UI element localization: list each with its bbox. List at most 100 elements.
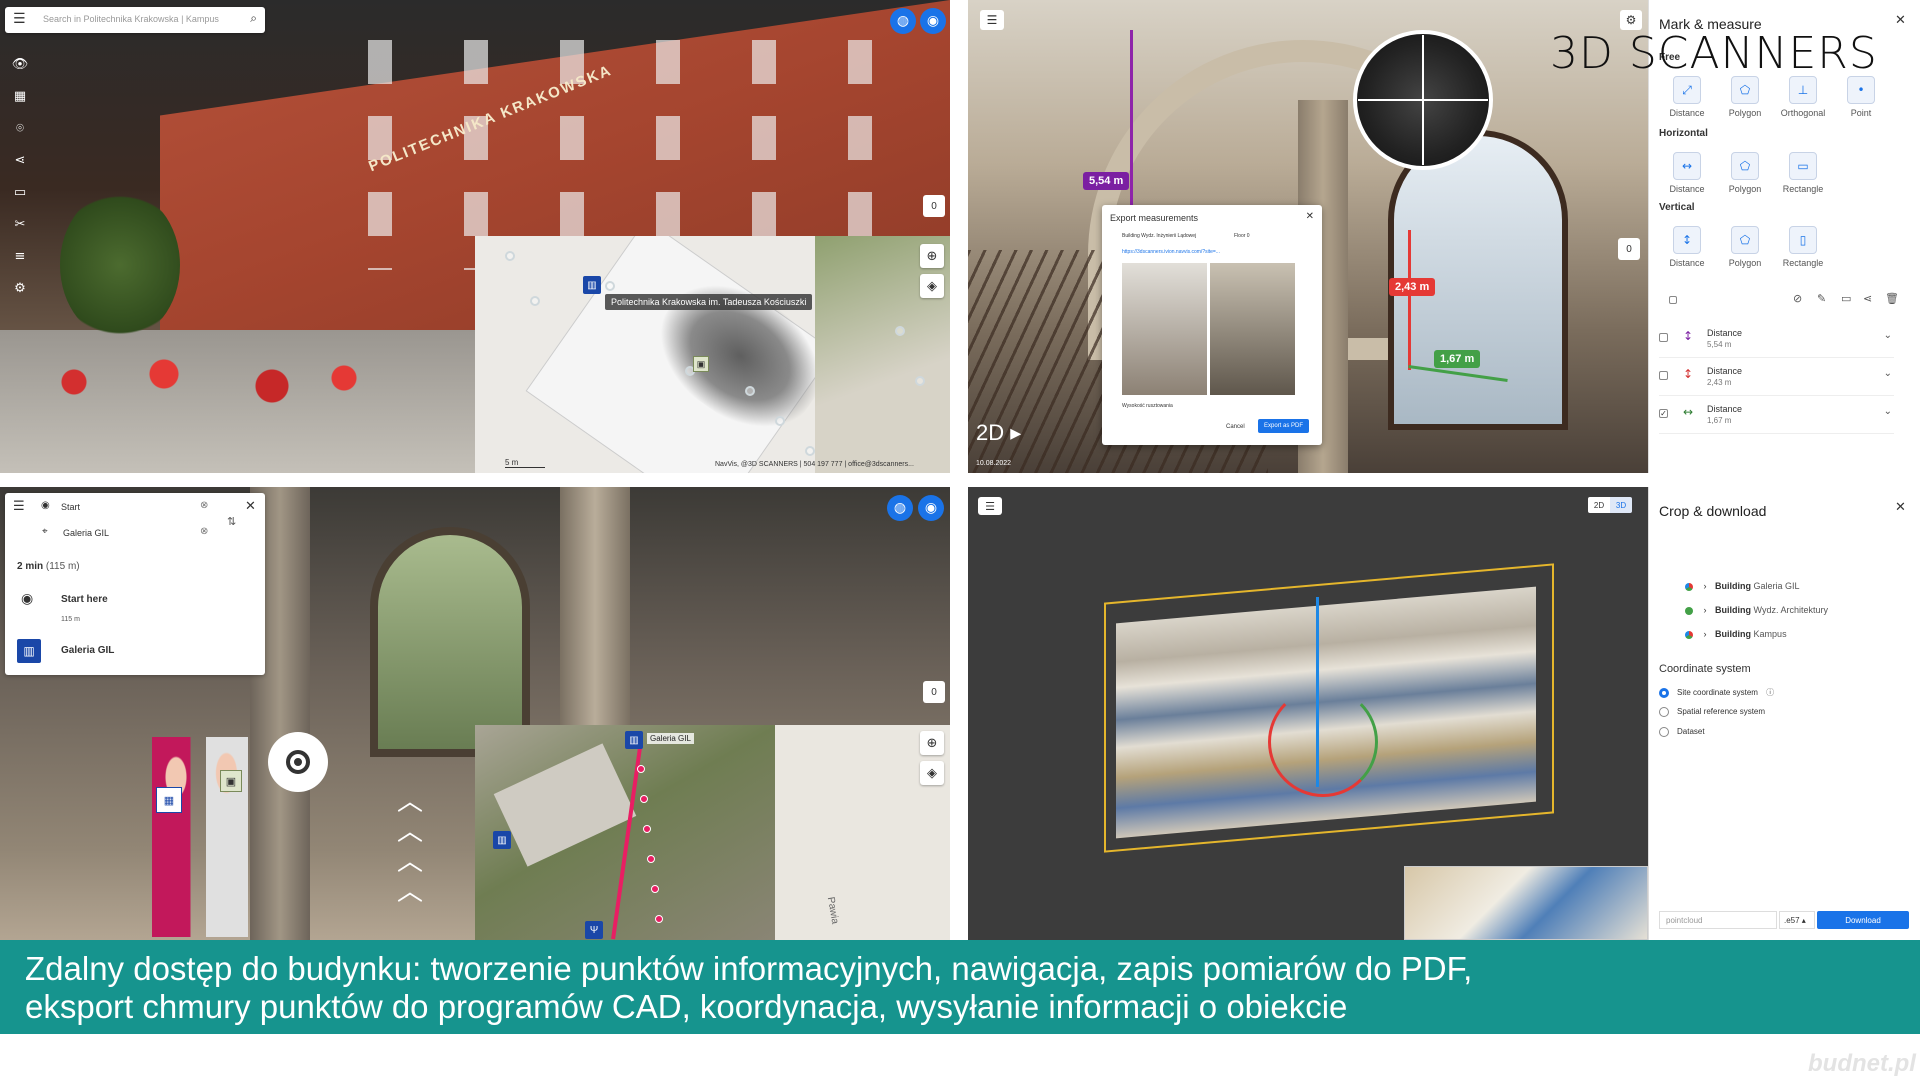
tool-free-polygon[interactable]: ⬠ Polygon bbox=[1715, 76, 1775, 118]
expand-icon[interactable]: › bbox=[1704, 581, 1707, 591]
download-button[interactable]: Download bbox=[1817, 911, 1909, 929]
close-icon[interactable]: ✕ bbox=[245, 498, 256, 514]
map-point[interactable] bbox=[605, 281, 615, 291]
chevron-down-icon[interactable]: ⌄ bbox=[1884, 330, 1892, 341]
user-icon[interactable]: ◉ bbox=[918, 495, 944, 521]
map-point[interactable] bbox=[805, 446, 815, 456]
menu-icon[interactable]: ☰ bbox=[13, 499, 25, 514]
building-marker-icon[interactable]: ▥ bbox=[625, 731, 643, 749]
search-icon[interactable]: ⌕ bbox=[250, 11, 257, 26]
select-all-checkbox[interactable] bbox=[1669, 296, 1677, 304]
building-marker-icon[interactable]: ▥ bbox=[493, 831, 511, 849]
expand-icon[interactable]: › bbox=[1704, 605, 1707, 615]
compass-icon[interactable]: ⊕ bbox=[920, 244, 944, 268]
tool-v-distance[interactable]: ↕ Distance bbox=[1657, 226, 1717, 268]
dialog-export-button[interactable]: Export as PDF bbox=[1258, 419, 1310, 433]
edit-icon[interactable]: ✎ bbox=[1817, 292, 1826, 305]
map-point[interactable] bbox=[775, 416, 785, 426]
map-point[interactable] bbox=[530, 296, 540, 306]
search-input[interactable]: Search in Politechnika Krakowska | Kampu… bbox=[43, 14, 219, 24]
layers-icon[interactable]: ◈ bbox=[920, 274, 944, 298]
mini-map[interactable]: ▥ Politechnika Krakowska im. Tadeusza Ko… bbox=[475, 236, 950, 473]
map-point[interactable] bbox=[505, 251, 515, 261]
tool-free-distance[interactable]: ⤢ Distance bbox=[1657, 76, 1717, 118]
mode-2d-button[interactable]: 2D ▸ bbox=[976, 420, 1021, 446]
building-row[interactable]: › Building Galeria GIL bbox=[1685, 581, 1800, 591]
layers-icon[interactable]: ◈ bbox=[920, 761, 944, 785]
building-row[interactable]: › Building Kampus bbox=[1685, 629, 1787, 639]
folder-icon[interactable]: ▭ bbox=[1841, 292, 1851, 305]
swap-icon[interactable]: ⇅ bbox=[227, 515, 236, 528]
axis-gizmo-arc[interactable] bbox=[1268, 687, 1378, 797]
green-dot-icon bbox=[1685, 606, 1693, 615]
expand-icon[interactable]: › bbox=[1704, 629, 1707, 639]
search-bar[interactable]: ☰ Search in Politechnika Krakowska | Kam… bbox=[5, 7, 265, 33]
info-icon[interactable]: ⓘ bbox=[1766, 688, 1774, 697]
row-checkbox[interactable] bbox=[1659, 333, 1668, 342]
building-marker-icon[interactable]: ▥ bbox=[583, 276, 601, 294]
radio-dataset[interactable]: Dataset bbox=[1659, 727, 1705, 737]
hide-icon[interactable]: ⊘ bbox=[1793, 292, 1802, 305]
view-3d-button[interactable]: 3D bbox=[1610, 497, 1632, 513]
nav-target-icon[interactable] bbox=[268, 732, 328, 792]
tool-h-rectangle[interactable]: ▭ Rectangle bbox=[1773, 152, 1833, 194]
scissors-icon[interactable]: ✂ bbox=[0, 208, 40, 240]
info-marker-icon[interactable]: ▣ bbox=[220, 770, 242, 792]
tool-free-orthogonal[interactable]: ⊥ Orthogonal bbox=[1773, 76, 1833, 118]
compass-icon[interactable]: ⊕ bbox=[920, 731, 944, 755]
row-checkbox[interactable]: ✓ bbox=[1659, 409, 1668, 418]
radio-spatial[interactable]: Spatial reference system bbox=[1659, 707, 1765, 717]
radio-site[interactable]: Site coordinate system ⓘ bbox=[1659, 687, 1774, 698]
delete-icon[interactable]: 🗑 bbox=[1885, 292, 1899, 305]
pin-icon[interactable]: ⌾ bbox=[0, 112, 40, 144]
view-2d-button[interactable]: 2D bbox=[1588, 497, 1610, 513]
tool-v-rectangle[interactable]: ▯ Rectangle bbox=[1773, 226, 1833, 268]
tool-free-point[interactable]: • Point bbox=[1831, 76, 1891, 118]
building-row[interactable]: › Building Wydz. Architektury bbox=[1685, 605, 1828, 615]
mini-map[interactable]: ▥ Galeria GIL ▥ Ψ Pawia ⊕ ◈ bbox=[475, 725, 950, 940]
dialog-url[interactable]: https://3dscanners.ivion.navvis.com/?sit… bbox=[1122, 249, 1220, 255]
close-icon[interactable]: ✕ bbox=[1895, 12, 1906, 28]
map-point[interactable] bbox=[745, 386, 755, 396]
format-select[interactable]: .e57 ▴ bbox=[1779, 911, 1815, 929]
menu-icon[interactable]: ☰ bbox=[978, 497, 1002, 515]
restaurant-marker-icon[interactable]: Ψ bbox=[585, 921, 603, 939]
clear-destination-icon[interactable]: ⊗ bbox=[200, 526, 208, 537]
ruler-icon[interactable]: ▭ bbox=[0, 176, 40, 208]
tool-h-polygon[interactable]: ⬠ Polygon bbox=[1715, 152, 1775, 194]
globe-icon[interactable]: ◍ bbox=[890, 8, 916, 34]
close-icon[interactable]: ✕ bbox=[1895, 499, 1906, 515]
measurement-row[interactable]: ↕ Distance 2,43 m ⌄ bbox=[1659, 360, 1894, 396]
menu-icon[interactable]: ☰ bbox=[980, 10, 1004, 30]
share-icon[interactable]: ⋖ bbox=[0, 144, 40, 176]
start-input[interactable]: Start bbox=[61, 502, 80, 512]
info-marker-icon[interactable]: ▣ bbox=[693, 356, 709, 372]
filename-input[interactable]: pointcloud bbox=[1659, 911, 1777, 929]
chevron-down-icon[interactable]: ⌄ bbox=[1884, 368, 1892, 379]
tool-h-distance[interactable]: ↔ Distance bbox=[1657, 152, 1717, 194]
settings-icon[interactable]: ⚙ bbox=[1620, 10, 1642, 30]
sliders-icon[interactable]: ≡ bbox=[0, 240, 40, 272]
measurement-row[interactable]: ✓ ↔ Distance 1,67 m ⌄ bbox=[1659, 398, 1894, 434]
share-icon[interactable]: ⋖ bbox=[1863, 292, 1872, 305]
destination-input[interactable]: Galeria GIL bbox=[63, 528, 109, 538]
map-point[interactable] bbox=[915, 376, 925, 386]
close-icon[interactable]: ✕ bbox=[1306, 211, 1314, 222]
dialog-cancel-button[interactable]: Cancel bbox=[1220, 421, 1251, 433]
row-checkbox[interactable] bbox=[1659, 371, 1668, 380]
measurement-row[interactable]: ↕ Distance 5,54 m ⌄ bbox=[1659, 322, 1894, 358]
qr-marker-icon[interactable]: ▦ bbox=[156, 787, 182, 813]
menu-icon[interactable]: ☰ bbox=[13, 11, 26, 27]
clear-start-icon[interactable]: ⊗ bbox=[200, 500, 208, 511]
measure-label-167[interactable]: 1,67 m bbox=[1434, 350, 1481, 368]
gear-icon[interactable]: ⚙ bbox=[0, 272, 40, 304]
tool-v-polygon[interactable]: ⬠ Polygon bbox=[1715, 226, 1775, 268]
measure-label-554[interactable]: 5,54 m bbox=[1083, 172, 1130, 190]
user-icon[interactable]: ◉ bbox=[920, 8, 946, 34]
globe-icon[interactable]: ◍ bbox=[887, 495, 913, 521]
map-point[interactable] bbox=[895, 326, 905, 336]
grid-icon[interactable]: ▦ bbox=[0, 80, 40, 112]
eye-icon[interactable]: 👁 bbox=[0, 48, 40, 80]
chevron-down-icon[interactable]: ⌄ bbox=[1884, 406, 1892, 417]
measure-label-243[interactable]: 2,43 m bbox=[1389, 278, 1436, 296]
